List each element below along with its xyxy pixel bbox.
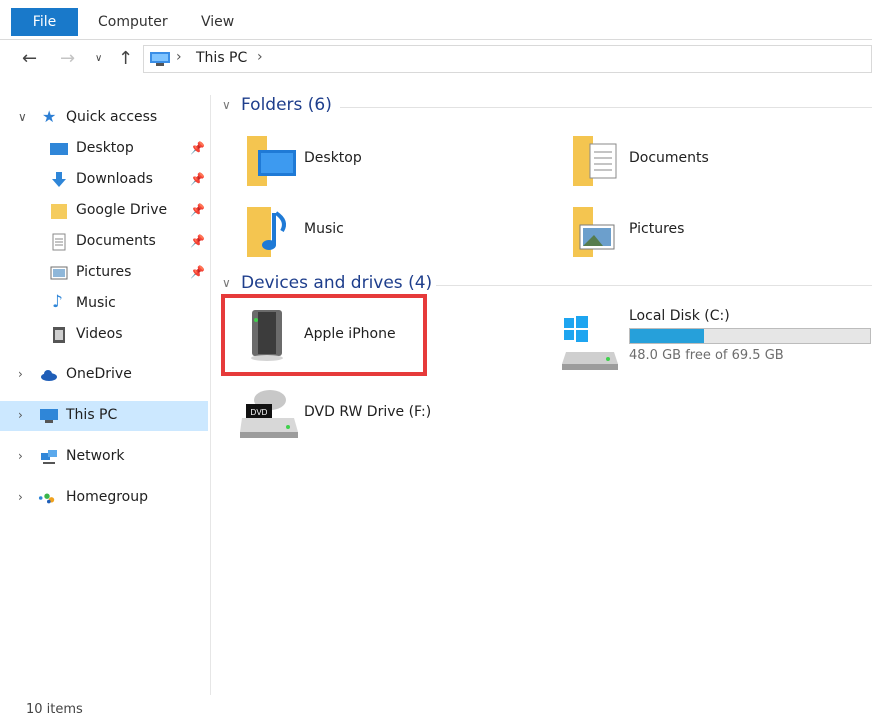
nav-network[interactable]: › Network [0,442,208,472]
up-arrow-icon[interactable]: ↑ [118,48,133,69]
nav-label: Desktop [76,140,134,156]
nav-label: This PC [66,407,118,423]
nav-label: Pictures [76,264,132,280]
folder-label: Music [304,221,344,237]
star-icon: ★ [42,107,57,126]
drive-usage-fill [630,329,705,343]
nav-item-desktop[interactable]: Desktop 📌 [0,134,208,164]
desktop-folder-icon [247,136,296,186]
collapsed-chevron-icon[interactable]: › [18,449,23,463]
nav-quick-access[interactable]: ∨ ★ Quick access [0,103,208,133]
divider [436,285,872,286]
nav-label: Downloads [76,171,153,187]
music-note-icon: ♪ [52,292,63,312]
nav-item-videos[interactable]: Videos [0,320,208,350]
homegroup-icon [38,493,55,504]
download-arrow-icon [52,172,66,187]
drive-dvd-rw[interactable]: DVD DVD RW Drive (F:) [240,386,460,446]
expanded-chevron-icon[interactable]: ∨ [18,110,27,124]
back-arrow-icon[interactable]: ← [22,48,37,69]
folders-header-label: Folders (6) [241,95,332,115]
picture-icon [50,266,68,280]
folders-group-header[interactable]: ∨ Folders (6) [218,94,872,120]
nav-label: Homegroup [66,489,149,505]
breadcrumb-separator-icon: › [176,49,182,65]
collapsed-chevron-icon[interactable]: › [18,408,23,422]
pc-icon [40,409,58,423]
forward-arrow-icon[interactable]: → [60,48,75,69]
folder-documents[interactable]: Documents [570,130,790,190]
collapsed-chevron-icon[interactable]: › [18,367,23,381]
breadcrumb-expand-icon[interactable]: › [257,49,263,65]
drive-free-space: 48.0 GB free of 69.5 GB [629,348,784,363]
nav-homegroup[interactable]: › Homegroup [0,483,208,513]
collapse-chevron-icon[interactable]: ∨ [222,98,231,112]
nav-item-downloads[interactable]: Downloads 📌 [0,165,208,195]
nav-item-google-drive[interactable]: Google Drive 📌 [0,196,208,226]
windows-drive-icon [562,316,618,370]
cloud-icon [41,370,57,381]
tab-computer[interactable]: Computer [98,8,168,36]
svg-text:DVD: DVD [251,408,268,417]
folder-label: Pictures [629,221,685,237]
status-item-count: 10 items [26,702,83,717]
folder-label: Desktop [304,150,362,166]
highlight-box [221,294,427,376]
folder-label: Documents [629,150,709,166]
tab-file[interactable]: File [11,8,78,36]
nav-label: Documents [76,233,156,249]
content-pane: ∨ Folders (6) Desktop Documents Music Pi… [218,90,872,690]
folder-icon [51,204,67,219]
devices-header-label: Devices and drives (4) [241,273,433,293]
pin-icon[interactable]: 📌 [190,203,205,217]
breadcrumb-this-pc[interactable]: This PC [196,50,247,66]
pin-icon[interactable]: 📌 [190,141,205,155]
music-folder-icon [247,207,286,257]
pin-icon[interactable]: 📌 [190,234,205,248]
nav-label: Videos [76,326,123,342]
drive-label: Local Disk (C:) [629,308,730,324]
ribbon: File Computer View [0,0,872,40]
nav-label: Quick access [66,109,158,125]
nav-label: Google Drive [76,202,168,218]
tab-view[interactable]: View [201,8,234,36]
drive-usage-bar [629,328,871,344]
pc-icon [150,52,170,66]
collapsed-chevron-icon[interactable]: › [18,490,23,504]
divider [340,107,872,108]
documents-folder-icon [573,136,617,186]
folder-music[interactable]: Music [244,201,444,261]
folder-desktop[interactable]: Desktop [244,130,444,190]
navigation-pane: ∨ ★ Quick access Desktop 📌 Downloads 📌 G… [0,95,211,695]
pin-icon[interactable]: 📌 [190,172,205,186]
dvd-drive-icon: DVD [240,390,298,438]
desktop-icon [50,143,68,155]
document-icon [52,233,66,251]
nav-onedrive[interactable]: › OneDrive [0,360,208,390]
nav-item-pictures[interactable]: Pictures 📌 [0,258,208,288]
nav-label: OneDrive [66,366,132,382]
pictures-folder-icon [573,207,615,257]
address-bar[interactable]: › This PC › [143,45,872,73]
folder-pictures[interactable]: Pictures [570,201,790,261]
nav-label: Network [66,448,125,464]
collapse-chevron-icon[interactable]: ∨ [222,276,231,290]
pin-icon[interactable]: 📌 [190,265,205,279]
network-icon [41,450,57,464]
nav-this-pc[interactable]: › This PC [0,401,208,431]
navigation-bar: ← → ∨ ↑ › This PC › [0,40,872,78]
nav-item-music[interactable]: ♪ Music [0,289,208,319]
recent-locations-chevron-icon[interactable]: ∨ [95,53,102,64]
nav-label: Music [76,295,116,311]
nav-item-documents[interactable]: Documents 📌 [0,227,208,257]
device-label: DVD RW Drive (F:) [304,404,432,420]
video-icon [53,327,65,343]
